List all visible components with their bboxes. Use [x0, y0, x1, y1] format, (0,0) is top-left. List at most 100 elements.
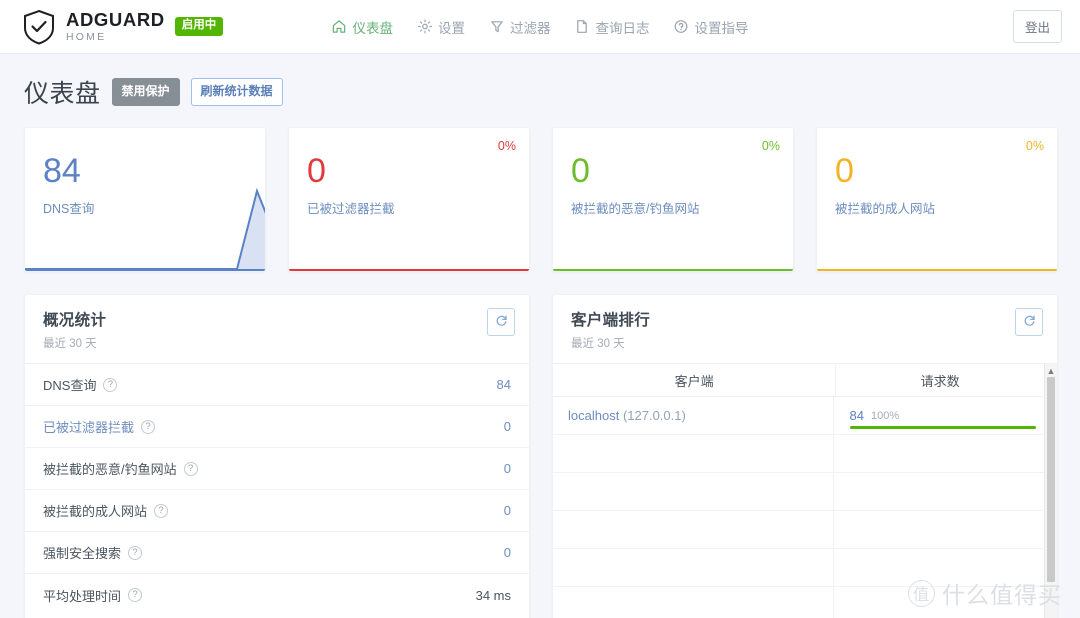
filter-icon: [489, 19, 504, 34]
page-content: 仪表盘 禁用保护 刷新统计数据 84 DNS查询 0% 0 已被过滤器拦截 0%…: [0, 54, 1080, 618]
refresh-icon: [495, 314, 508, 330]
stat-card-percent: 0%: [761, 139, 780, 153]
clients-table-body: localhost (127.0.0.1) 84 100%: [553, 397, 1057, 618]
request-bar: [849, 426, 1036, 429]
document-icon: [575, 19, 590, 34]
nav-label-settings: 设置: [438, 20, 465, 36]
stat-card-value: 0: [571, 152, 590, 190]
brand[interactable]: ADGUARD HOME: [22, 9, 165, 45]
refresh-button[interactable]: [487, 308, 515, 336]
scroll-up-arrow-icon[interactable]: ▲: [1045, 364, 1057, 377]
stat-row-label[interactable]: 已被过滤器拦截: [43, 417, 134, 436]
nav-item-settings[interactable]: 设置: [417, 17, 465, 37]
stat-card-accent: [289, 269, 529, 271]
stat-card-value: 0: [307, 152, 326, 190]
table-row-empty: [553, 587, 1057, 618]
panel-title: 概况统计: [43, 312, 107, 329]
table-row[interactable]: localhost (127.0.0.1) 84 100%: [553, 397, 1057, 435]
stat-row-value: 0: [503, 419, 511, 434]
panel-header: 客户端排行 最近 30 天: [553, 295, 1057, 364]
request-percent: 100%: [870, 409, 900, 422]
stat-row-label: 被拦截的成人网站: [43, 504, 148, 519]
nav-label-dashboard: 仪表盘: [352, 20, 394, 36]
stat-card-accent: [553, 269, 793, 271]
dns-queries-sparkline: [25, 187, 265, 271]
stat-row: 平均处理时间 ? 34 ms: [25, 574, 529, 616]
count-cell: 84 100%: [832, 397, 1044, 434]
question-icon: [674, 19, 689, 34]
stat-card-blocked-filters[interactable]: 0% 0 已被过滤器拦截: [288, 127, 530, 272]
table-row-empty: [553, 435, 1057, 473]
nav-label-filters: 过滤器: [510, 20, 551, 36]
stat-row: 被拦截的恶意/钓鱼网站 ? 0: [25, 448, 529, 490]
help-icon[interactable]: ?: [183, 461, 198, 476]
home-icon: [332, 19, 347, 34]
stat-card-value: 84: [43, 152, 81, 190]
stat-card-percent: 0%: [497, 139, 516, 153]
stat-row: DNS查询 ? 84: [25, 364, 529, 406]
nav-label-setup-guide: 设置指导: [694, 20, 749, 36]
stat-row: 强制安全搜索 ? 0: [25, 532, 529, 574]
stat-card-label[interactable]: 已被过滤器拦截: [289, 188, 529, 217]
adguard-shield-logo-icon: [22, 9, 56, 45]
panel-subtitle: 最近 30 天: [571, 338, 625, 350]
help-icon[interactable]: ?: [128, 588, 143, 602]
clients-table-header: 客户端 请求数: [553, 364, 1057, 397]
refresh-button[interactable]: [1015, 308, 1043, 336]
client-name[interactable]: localhost: [568, 408, 619, 423]
help-icon[interactable]: ?: [141, 419, 156, 434]
nav-item-filters[interactable]: 过滤器: [489, 17, 551, 37]
brand-name: ADGUARD: [66, 8, 165, 30]
stat-card-label[interactable]: 被拦截的恶意/钓鱼网站: [553, 188, 793, 217]
stat-row-value: 84: [496, 377, 511, 392]
stat-row-value: 0: [503, 461, 511, 476]
stat-row-value: 34 ms: [475, 587, 511, 603]
stat-card-value: 0: [835, 152, 854, 190]
stat-card-dns-queries[interactable]: 84 DNS查询: [24, 127, 266, 272]
stat-card-accent: [817, 269, 1057, 271]
stat-row-label: 平均处理时间: [43, 588, 122, 604]
table-row-empty: [553, 473, 1057, 511]
top-bar: ADGUARD HOME 启用中 仪表盘 设置 过滤器 查询日志 设置指导 登出: [0, 0, 1080, 54]
stat-row-label: 被拦截的恶意/钓鱼网站: [43, 462, 177, 477]
column-header-client[interactable]: 客户端: [553, 371, 835, 390]
stat-card-blocked-malware[interactable]: 0% 0 被拦截的恶意/钓鱼网站: [552, 127, 794, 272]
refresh-stats-button[interactable]: 刷新统计数据: [190, 78, 283, 106]
nav-item-query-log[interactable]: 查询日志: [575, 17, 650, 37]
nav-item-dashboard[interactable]: 仪表盘: [332, 17, 394, 37]
stat-card-label[interactable]: 被拦截的成人网站: [817, 188, 1057, 217]
stat-card-blocked-adult[interactable]: 0% 0 被拦截的成人网站: [816, 127, 1058, 272]
nav-item-setup-guide[interactable]: 设置指导: [674, 17, 749, 37]
client-ip: (127.0.0.1): [622, 408, 686, 423]
stat-row: 被拦截的成人网站 ? 0: [25, 490, 529, 532]
request-count: 84: [849, 408, 864, 423]
scrollbar-thumb[interactable]: [1047, 377, 1055, 582]
stat-cards: 84 DNS查询 0% 0 已被过滤器拦截 0% 0 被拦截的恶意/钓鱼网站 0…: [24, 127, 1058, 272]
table-row-empty: [553, 549, 1057, 587]
help-icon[interactable]: ?: [103, 377, 118, 392]
help-icon[interactable]: ?: [128, 545, 143, 560]
help-icon[interactable]: ?: [154, 503, 169, 518]
column-header-count[interactable]: 请求数: [835, 364, 1044, 396]
panel-header: 概况统计 最近 30 天: [25, 295, 529, 364]
stat-row-label: 强制安全搜索: [43, 546, 122, 561]
stat-card-percent: 0%: [1025, 139, 1044, 153]
clients-table: 客户端 请求数 localhost (127.0.0.1) 84 100% ▲: [553, 364, 1057, 618]
top-clients-panel: 客户端排行 最近 30 天 客户端 请求数 localhost (127.0.0…: [552, 294, 1058, 618]
stat-row: 已被过滤器拦截 ? 0: [25, 406, 529, 448]
stat-row-value: 0: [503, 503, 511, 518]
stat-row-value: 0: [503, 545, 511, 560]
logout-button[interactable]: 登出: [1012, 10, 1062, 43]
gear-icon: [417, 19, 432, 34]
panels: 概况统计 最近 30 天 DNS查询 ? 84 已被过滤器拦截 ? 0 被拦截的…: [24, 294, 1058, 618]
stat-card-accent: [25, 269, 265, 271]
client-cell: localhost (127.0.0.1): [553, 408, 833, 423]
refresh-icon: [1023, 314, 1036, 330]
disable-protection-button[interactable]: 禁用保护: [111, 78, 180, 106]
clients-table-scrollbar[interactable]: ▲: [1044, 364, 1057, 618]
brand-subtitle: HOME: [66, 31, 107, 43]
table-row-empty: [553, 511, 1057, 549]
general-stats-panel: 概况统计 最近 30 天 DNS查询 ? 84 已被过滤器拦截 ? 0 被拦截的…: [24, 294, 530, 618]
panel-title: 客户端排行: [571, 312, 651, 329]
stat-row-label: DNS查询: [43, 378, 97, 393]
